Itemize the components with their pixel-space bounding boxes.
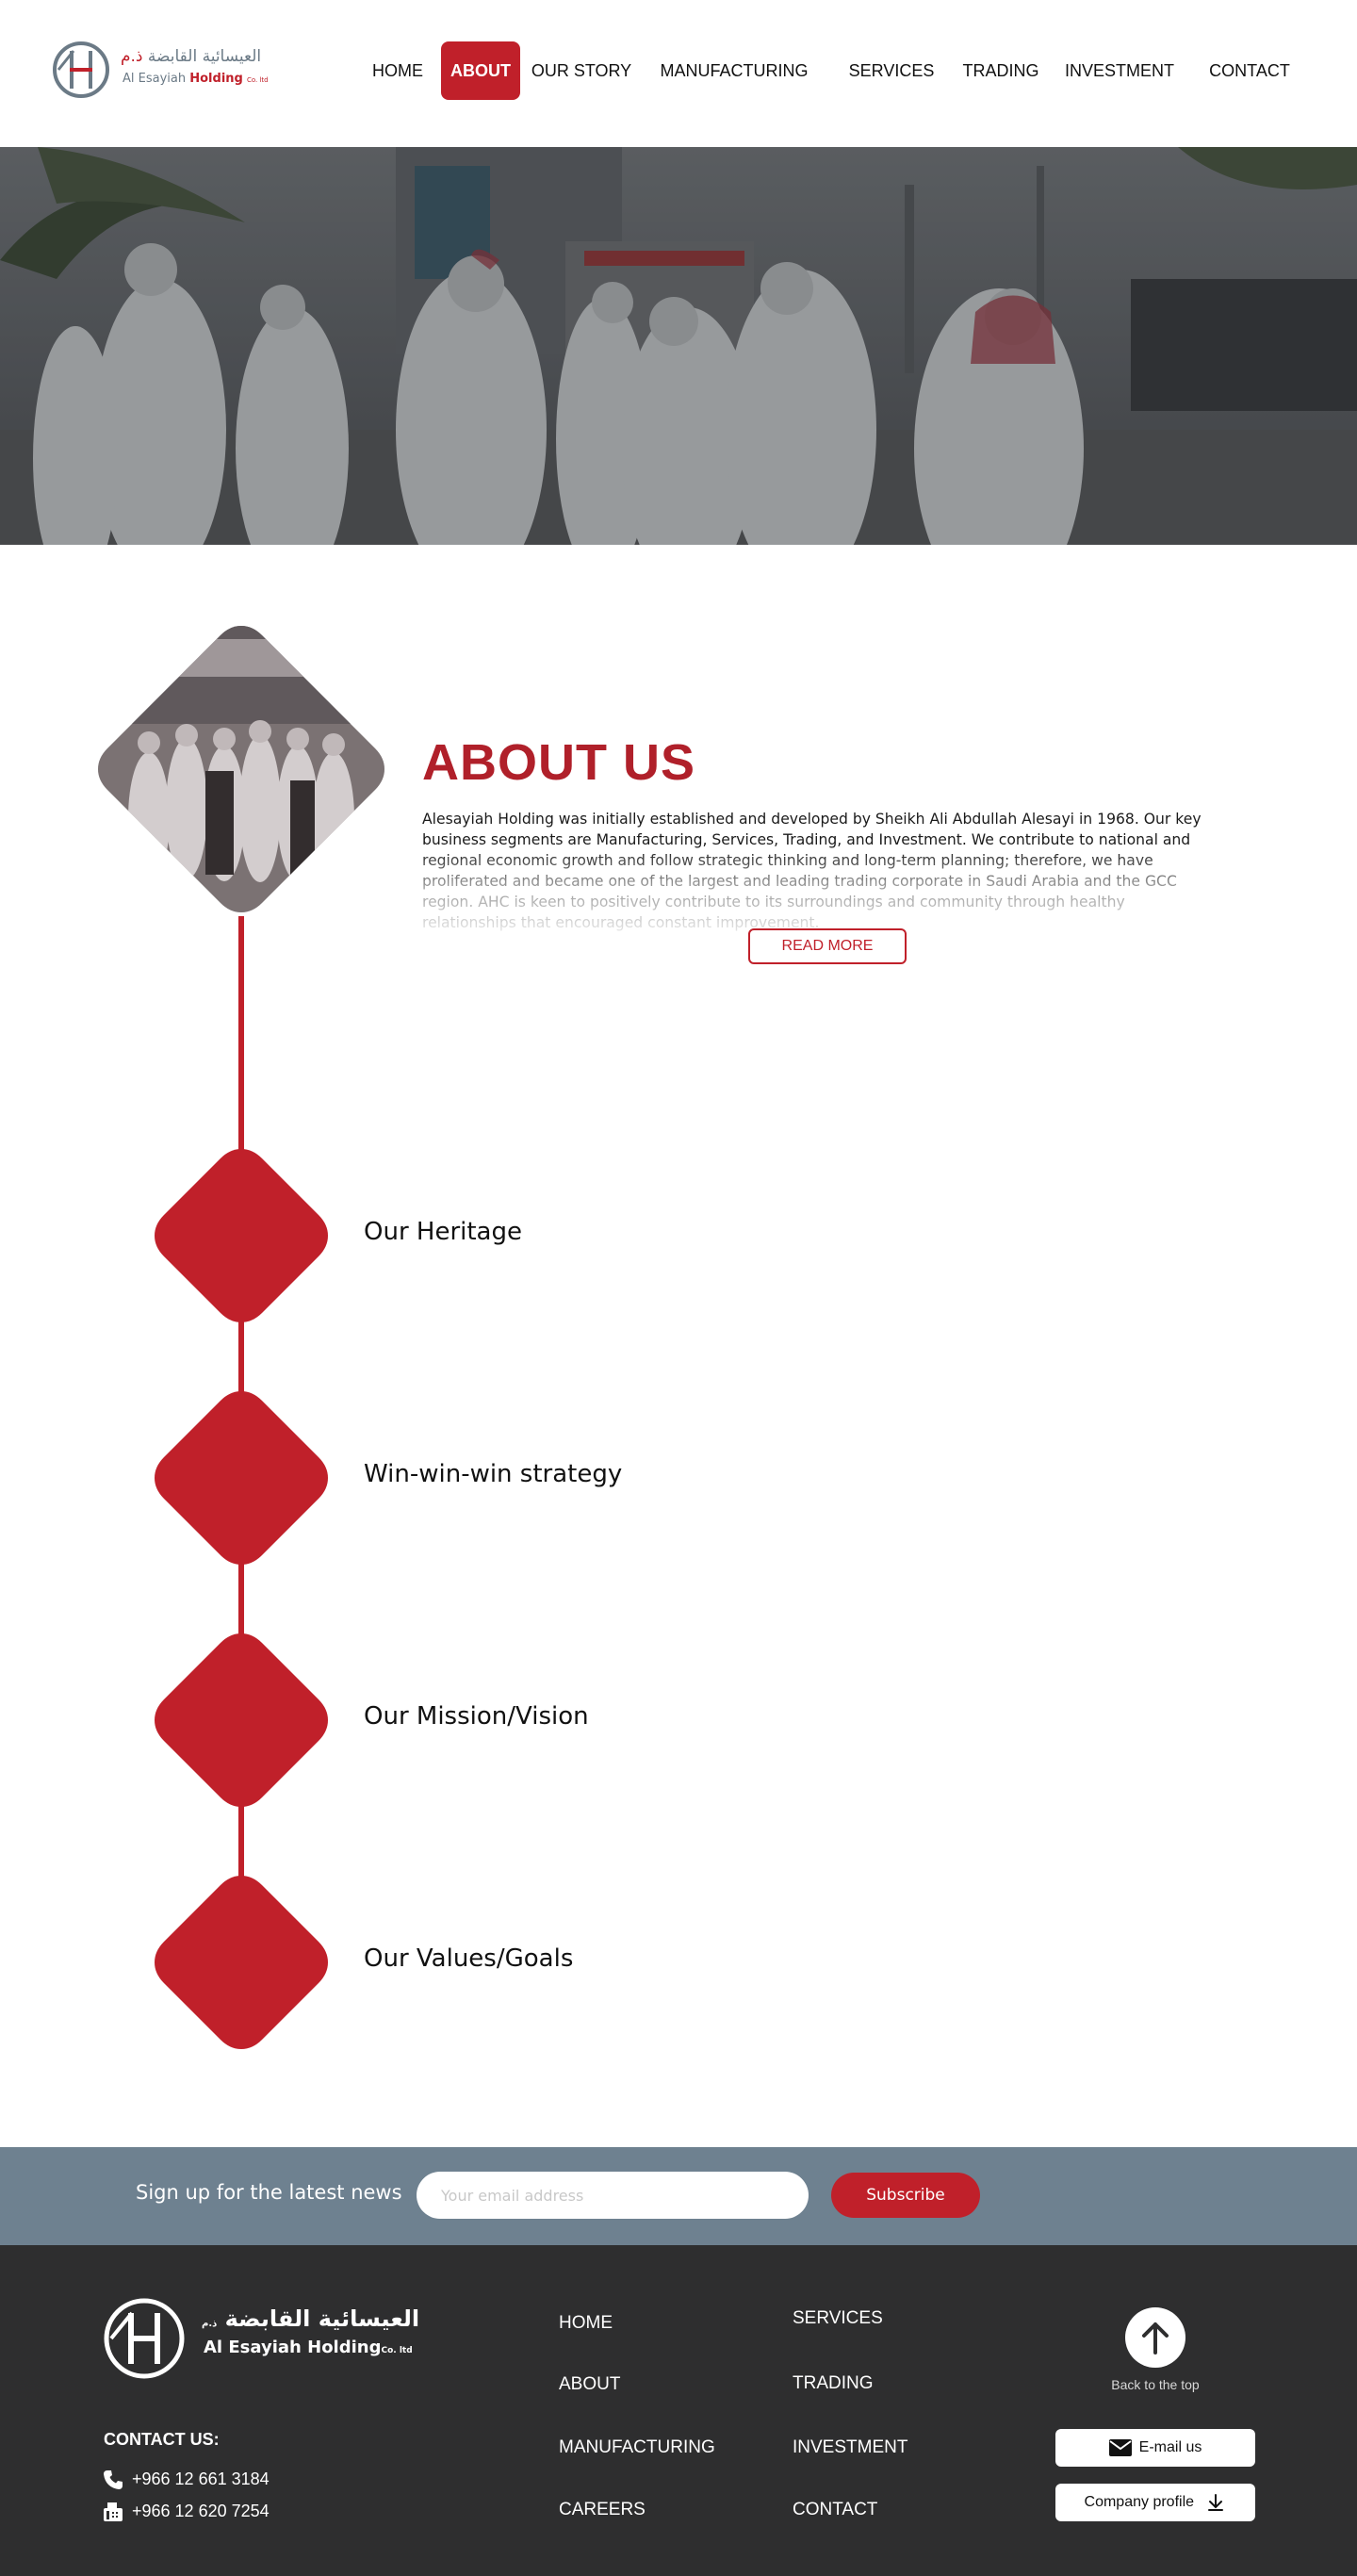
footer-phone-text: +966 12 661 3184 [132, 2469, 270, 2488]
footer-link-investment[interactable]: INVESTMENT [793, 2437, 907, 2458]
timeline-diamond-strategy[interactable] [155, 1391, 328, 1565]
nav-home[interactable]: HOME [362, 41, 433, 100]
email-us-button[interactable]: E-mail us [1055, 2429, 1255, 2467]
footer-logo-mark-icon [104, 2298, 185, 2379]
read-more-button[interactable]: READ MORE [748, 928, 907, 964]
hero-photo-illustration [0, 147, 1357, 545]
nav-trading[interactable]: TRADING [957, 41, 1044, 100]
nav-manufacturing[interactable]: MANUFACTURING [652, 41, 816, 100]
footer-logo[interactable]: العيسائية القابضة ذ.م Al Esayiah Holding… [102, 2296, 419, 2381]
footer-link-trading[interactable]: TRADING [793, 2373, 874, 2394]
phone-icon [104, 2470, 123, 2489]
site-header: العيسائية القابضة ذ.م Al Esayiah Holding… [0, 0, 1357, 147]
subscribe-button[interactable]: Subscribe [831, 2173, 980, 2218]
download-icon [1208, 2493, 1224, 2511]
about-body-text: Alesayiah Holding was initially establis… [422, 811, 1202, 931]
footer-link-home[interactable]: HOME [559, 2313, 613, 2334]
footer-logo-arabic: العيسائية القابضة ذ.م [202, 2305, 420, 2332]
timeline-diamond-values[interactable] [155, 1876, 328, 2049]
back-to-top-button[interactable] [1125, 2307, 1185, 2368]
logo-english-text: Al Esayiah Holding Co. ltd [123, 72, 269, 86]
back-to-top-label: Back to the top [1111, 2377, 1200, 2392]
footer-link-careers[interactable]: CAREERS [559, 2500, 646, 2520]
nav-about[interactable]: ABOUT [441, 41, 520, 100]
brand-logo[interactable]: العيسائية القابضة ذ.م Al Esayiah Holding… [51, 40, 269, 100]
nav-investment[interactable]: INVESTMENT [1061, 41, 1178, 100]
email-us-label: E-mail us [1138, 2439, 1202, 2455]
newsletter-bar: Sign up for the latest news Subscribe [0, 2147, 1357, 2245]
footer-link-about[interactable]: ABOUT [559, 2374, 620, 2395]
footer-link-services[interactable]: SERVICES [793, 2308, 883, 2329]
logo-arabic-text: العيسائية القابضة ذ.م [121, 47, 262, 66]
company-profile-label: Company profile [1084, 2494, 1195, 2510]
fax-icon [104, 2502, 123, 2521]
timeline-label-heritage[interactable]: Our Heritage [364, 1218, 522, 1246]
hero-image [0, 147, 1357, 545]
nav-contact[interactable]: CONTACT [1201, 41, 1299, 100]
footer-link-manufacturing[interactable]: MANUFACTURING [559, 2437, 715, 2458]
newsletter-email-input[interactable] [417, 2172, 809, 2219]
group-photo-image [98, 626, 384, 912]
footer-logo-english: Al Esayiah HoldingCo. ltd [204, 2338, 413, 2357]
footer-fax[interactable]: +966 12 620 7254 [102, 2501, 270, 2523]
about-title: ABOUT US [422, 734, 695, 791]
footer-phone[interactable]: +966 12 661 3184 [102, 2469, 270, 2491]
logo-mark-icon [53, 41, 109, 98]
footer-contact-title: CONTACT US: [104, 2430, 220, 2449]
timeline-diamond-mission[interactable] [155, 1633, 328, 1807]
newsletter-label: Sign up for the latest news [136, 2181, 402, 2204]
arrow-up-icon [1142, 2322, 1169, 2354]
timeline-label-values[interactable]: Our Values/Goals [364, 1944, 573, 1973]
nav-our-story[interactable]: OUR STORY [528, 41, 635, 100]
footer-link-contact[interactable]: CONTACT [793, 2500, 877, 2520]
envelope-icon [1108, 2438, 1132, 2456]
timeline-label-mission[interactable]: Our Mission/Vision [364, 1702, 589, 1731]
company-profile-button[interactable]: Company profile [1055, 2484, 1255, 2521]
site-footer: العيسائية القابضة ذ.م Al Esayiah Holding… [0, 2245, 1357, 2576]
nav-services[interactable]: SERVICES [844, 41, 939, 100]
footer-fax-text: +966 12 620 7254 [132, 2501, 270, 2520]
about-photo-diamond [92, 620, 390, 918]
timeline-label-strategy[interactable]: Win-win-win strategy [364, 1460, 622, 1488]
timeline-diamond-heritage[interactable] [155, 1149, 328, 1322]
